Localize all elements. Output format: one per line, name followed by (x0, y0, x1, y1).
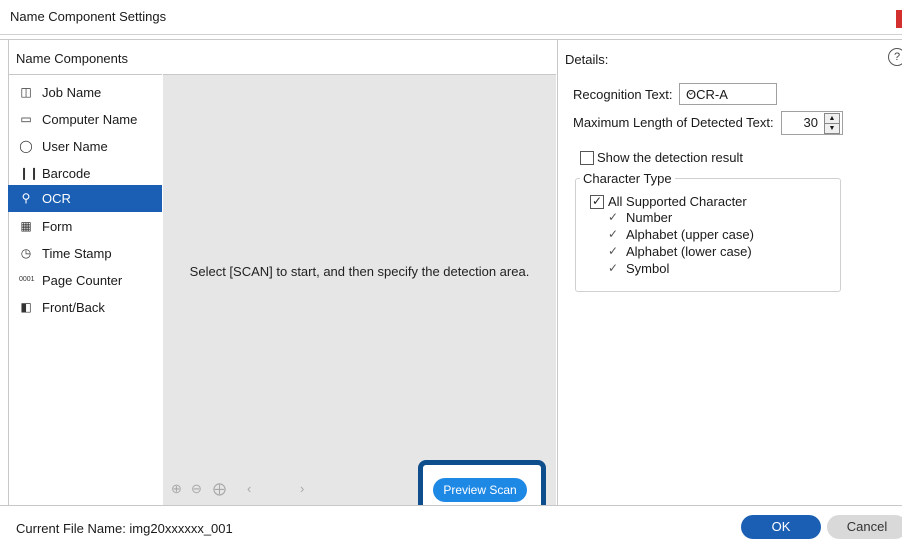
user-icon: ◯ (19, 139, 33, 153)
form-icon: ▦ (20, 219, 32, 233)
character-type-legend: Character Type (580, 171, 675, 186)
component-item-front-back[interactable]: ◧ Front/Back (8, 294, 162, 321)
cancel-button[interactable]: Cancel (827, 515, 902, 539)
name-components-heading: Name Components (16, 51, 128, 66)
component-label: Time Stamp (42, 246, 112, 261)
all-supported-label: All Supported Character (608, 194, 747, 209)
all-supported-checkbox[interactable] (590, 194, 604, 209)
component-item-user-name[interactable]: ◯ User Name (8, 133, 162, 160)
job-name-icon: ◫ (20, 85, 32, 99)
component-label: Computer Name (42, 112, 138, 127)
zoom-in-icon[interactable]: ⊕ (171, 481, 182, 497)
recognition-text-select[interactable]: OCR-A ⌄ (679, 83, 777, 105)
symbol-check-icon[interactable]: ✓ (608, 261, 618, 275)
front-back-icon: ◧ (20, 300, 32, 314)
ocr-icon: ⚲ (21, 191, 31, 205)
max-length-value: 30 (803, 115, 818, 130)
component-item-ocr[interactable]: ⚲ OCR (8, 185, 162, 212)
help-icon[interactable]: ? (888, 48, 902, 66)
component-label: Job Name (42, 85, 102, 100)
show-detection-label: Show the detection result (597, 150, 743, 165)
component-label: User Name (42, 139, 108, 154)
number-check-icon[interactable]: ✓ (608, 210, 618, 224)
number-label: Number (626, 210, 673, 225)
preview-instructions: Select [SCAN] to start, and then specify… (189, 264, 530, 279)
upper-case-check-icon[interactable]: ✓ (608, 227, 618, 241)
max-length-stepper[interactable]: 30 ▲ ▼ (781, 111, 843, 135)
component-label: Barcode (42, 166, 91, 181)
symbol-label: Symbol (626, 261, 670, 276)
lower-case-label: Alphabet (lower case) (626, 244, 752, 259)
component-label: Form (42, 219, 73, 234)
next-page-icon[interactable]: › (300, 481, 304, 496)
previous-page-icon[interactable]: ‹ (247, 481, 251, 496)
component-label: Page Counter (42, 273, 123, 288)
upper-case-label: Alphabet (upper case) (626, 227, 754, 242)
component-item-computer-name[interactable]: ▭ Computer Name (8, 106, 162, 133)
current-file-name: Current File Name: img20xxxxxx_001 (16, 521, 233, 536)
component-item-job-name[interactable]: ◫ Job Name (8, 79, 162, 106)
ok-button[interactable]: OK (741, 515, 821, 539)
component-item-page-counter[interactable]: 0001 Page Counter (8, 267, 162, 294)
fit-screen-icon[interactable]: ⨁ (213, 481, 226, 497)
page-counter-icon: 0001 (19, 276, 35, 283)
window-title: Name Component Settings (10, 9, 167, 24)
time-stamp-icon: ◷ (20, 246, 32, 260)
recognition-text-label: Recognition Text: (573, 87, 673, 102)
close-button[interactable] (896, 10, 902, 28)
title-bar: Name Component Settings (0, 0, 902, 35)
computer-icon: ▭ (20, 112, 32, 126)
decrement-icon[interactable]: ▼ (824, 123, 840, 134)
component-label: Front/Back (42, 300, 105, 315)
component-item-form[interactable]: ▦ Form (8, 213, 162, 240)
barcode-icon: ❙❙ (19, 166, 40, 180)
chevron-down-icon: ⌄ (686, 86, 696, 98)
name-components-header: Name Components (8, 40, 162, 75)
component-label: OCR (42, 191, 71, 206)
component-item-time-stamp[interactable]: ◷ Time Stamp (8, 240, 162, 267)
max-length-label: Maximum Length of Detected Text: (573, 115, 774, 130)
preview-header (163, 40, 556, 75)
details-title: Details: (565, 52, 609, 67)
lower-case-check-icon[interactable]: ✓ (608, 244, 618, 258)
component-item-barcode[interactable]: ❙❙ Barcode (8, 160, 162, 187)
preview-scan-button[interactable]: Preview Scan (433, 478, 527, 502)
show-detection-checkbox[interactable] (580, 151, 594, 165)
zoom-out-icon[interactable]: ⊖ (191, 481, 202, 497)
